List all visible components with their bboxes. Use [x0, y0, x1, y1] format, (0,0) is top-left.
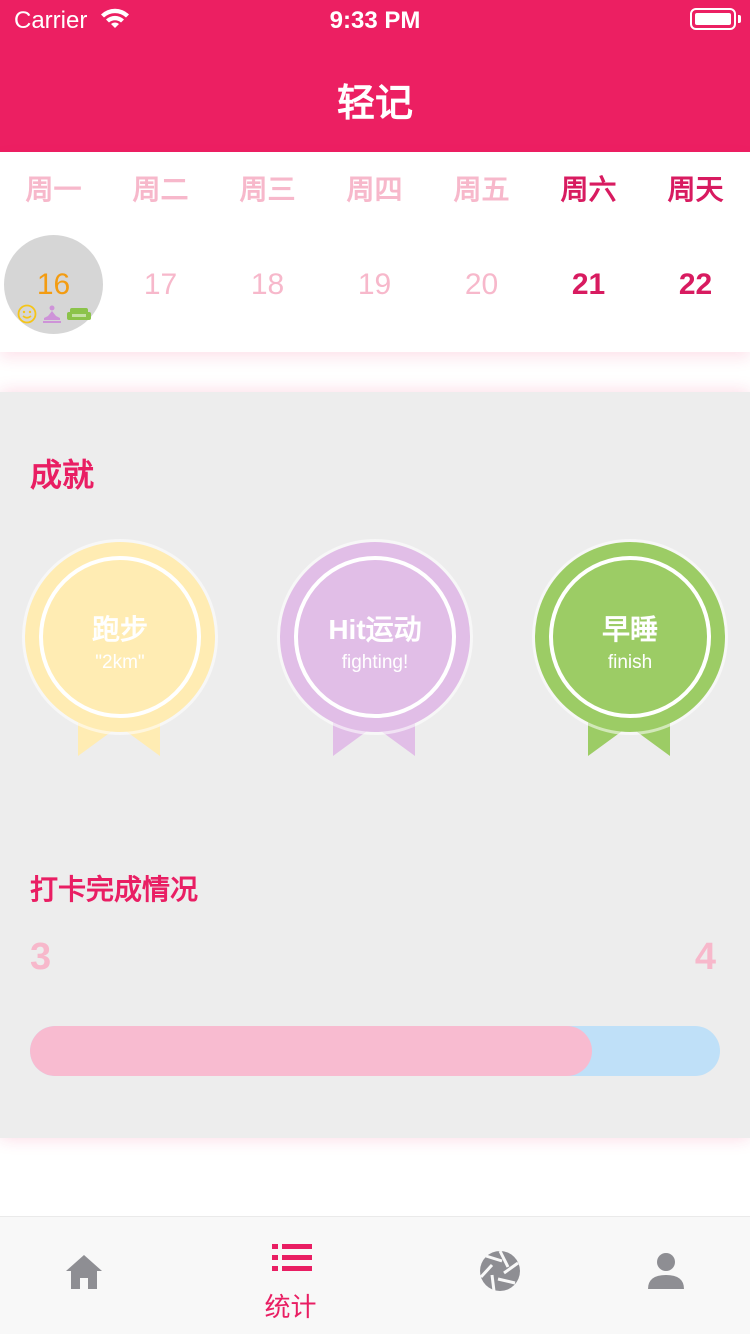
- checkin-progress-bar: [30, 1026, 720, 1076]
- clock: 9:33 PM: [329, 7, 421, 34]
- day-number: 20: [464, 268, 499, 301]
- weekday-label: 周五: [453, 174, 510, 205]
- day-number: 16: [36, 268, 71, 301]
- weekday-label: 周四: [346, 174, 403, 205]
- smile-icon: [17, 304, 37, 324]
- day-cell-18[interactable]: 周三 18: [214, 152, 321, 352]
- day-cell-19[interactable]: 周四 19: [321, 152, 428, 352]
- home-icon: [66, 1255, 102, 1289]
- person-icon: [648, 1253, 684, 1289]
- weekday-label: 周天: [667, 174, 724, 205]
- achievement-medal[interactable]: Hit运动 fighting!: [280, 542, 470, 807]
- day-number: 21: [571, 268, 606, 301]
- achievements-title: 成就: [30, 457, 95, 493]
- aperture-icon: [479, 1250, 520, 1292]
- medal-subtitle: finish: [607, 652, 653, 673]
- medal-label: 早睡: [601, 614, 658, 645]
- tab-statistics-label: 统计: [264, 1292, 317, 1322]
- medal-label: Hit运动: [328, 614, 422, 645]
- day-cell-22[interactable]: 周天 22: [642, 152, 749, 352]
- tab-profile[interactable]: [572, 1217, 750, 1334]
- meditation-icon: [43, 305, 61, 323]
- weekday-label: 周一: [25, 174, 82, 205]
- day-number: 22: [678, 268, 713, 301]
- day-cell-17[interactable]: 周二 17: [107, 152, 214, 352]
- tab-statistics[interactable]: 统计: [197, 1217, 384, 1334]
- weekday-label: 周三: [239, 174, 296, 205]
- battery-tip: [738, 15, 741, 23]
- checkin-total-count: 4: [694, 936, 716, 978]
- checkin-title: 打卡完成情况: [30, 874, 199, 905]
- week-calendar: 周一 16 周二 17 周三 18 周四 19 周五 20 周六 21 周天 22: [0, 152, 750, 352]
- day-number: 19: [357, 268, 392, 301]
- weekday-label: 周六: [560, 174, 617, 205]
- app-header: Carrier 9:33 PM 轻记: [0, 0, 750, 152]
- weekday-label: 周二: [132, 174, 189, 205]
- page-title: 轻记: [336, 83, 413, 125]
- day-activity-icons: [17, 304, 91, 324]
- checkin-done-count: 3: [30, 936, 52, 978]
- day-number: 17: [143, 268, 178, 301]
- medal-subtitle: "2km": [95, 652, 145, 673]
- battery-icon: [690, 8, 736, 30]
- sofa-icon: [67, 308, 91, 320]
- tab-camera[interactable]: [405, 1217, 592, 1334]
- list-icon: [272, 1244, 312, 1271]
- medal-subtitle: fighting!: [341, 652, 409, 673]
- day-number: 18: [250, 268, 285, 301]
- status-bar: Carrier 9:33 PM: [0, 0, 750, 40]
- achievement-medal[interactable]: 跑步 "2km": [25, 542, 215, 807]
- achievement-medal[interactable]: 早睡 finish: [535, 542, 725, 807]
- bottom-tab-bar: 统计: [0, 1216, 750, 1334]
- medal-label: 跑步: [91, 614, 148, 645]
- stats-card: 成就 跑步 "2km" Hit运动 fighting! 早睡 finish 打卡完成情况 …: [0, 392, 750, 1138]
- checkin-progress-fill: [30, 1026, 593, 1076]
- day-cell-20[interactable]: 周五 20: [428, 152, 535, 352]
- tab-home[interactable]: [0, 1217, 187, 1334]
- day-cell-16[interactable]: 周一 16: [0, 152, 107, 352]
- day-cell-21[interactable]: 周六 21: [535, 152, 642, 352]
